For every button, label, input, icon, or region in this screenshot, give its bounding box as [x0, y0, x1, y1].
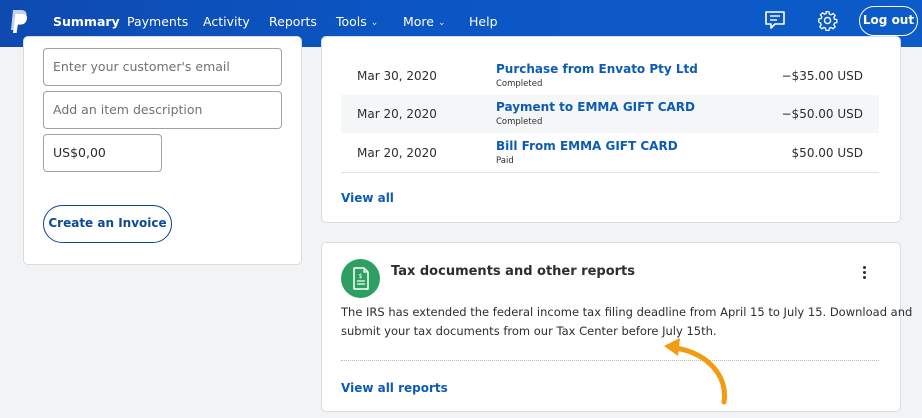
view-all-link[interactable]: View all — [341, 191, 394, 205]
transaction-date: Mar 30, 2020 — [357, 69, 437, 83]
nav-reports[interactable]: Reports — [269, 14, 317, 29]
message-icon[interactable] — [764, 10, 786, 30]
table-row[interactable]: Mar 20, 2020 Payment to EMMA GIFT CARD C… — [341, 95, 879, 133]
nav-activity[interactable]: Activity — [203, 14, 250, 29]
dotted-divider — [341, 360, 879, 361]
tax-document-icon: $ — [341, 259, 380, 298]
view-all-reports-link[interactable]: View all reports — [341, 381, 448, 395]
transaction-status: Completed — [496, 79, 543, 89]
transaction-amount: −$50.00 USD — [781, 107, 864, 121]
transaction-amount: −$35.00 USD — [781, 69, 864, 83]
create-invoice-button[interactable]: Create an Invoice — [43, 205, 172, 243]
nav-more-label: More — [403, 14, 434, 29]
chevron-down-icon: ⌄ — [370, 18, 379, 28]
logout-button[interactable]: Log out — [859, 6, 918, 36]
divider — [341, 172, 879, 173]
nav-payments[interactable]: Payments — [127, 14, 188, 29]
amount-input[interactable]: US$0,00 — [43, 134, 162, 172]
item-description-input[interactable]: Add an item description — [43, 91, 282, 129]
customer-email-input[interactable]: Enter your customer's email — [43, 48, 282, 86]
transaction-title[interactable]: Payment to EMMA GIFT CARD — [496, 100, 695, 114]
transaction-amount: $50.00 USD — [791, 146, 863, 160]
nav-help[interactable]: Help — [469, 14, 498, 29]
transaction-date: Mar 20, 2020 — [357, 146, 437, 160]
transaction-date: Mar 20, 2020 — [357, 107, 437, 121]
tax-message-line-1: The IRS has extended the federal income … — [341, 305, 913, 319]
tax-card-title: Tax documents and other reports — [391, 264, 636, 279]
nav-summary[interactable]: Summary — [53, 14, 120, 29]
transaction-status: Completed — [496, 117, 543, 127]
table-row[interactable]: Mar 30, 2020 Purchase from Envato Pty Lt… — [341, 57, 879, 95]
svg-text:$: $ — [359, 273, 363, 280]
chevron-down-icon: ⌄ — [438, 18, 446, 28]
nav-tools-label: Tools — [336, 14, 367, 29]
transaction-title[interactable]: Bill From EMMA GIFT CARD — [496, 139, 678, 153]
table-row[interactable]: Mar 20, 2020 Bill From EMMA GIFT CARD Pa… — [341, 134, 879, 172]
nav-tools[interactable]: Tools ⌄ — [336, 14, 378, 29]
transaction-status: Paid — [496, 156, 514, 166]
curved-arrow-icon — [664, 338, 728, 405]
nav-more[interactable]: More ⌄ — [403, 14, 446, 29]
gear-icon[interactable] — [817, 10, 838, 31]
transaction-title[interactable]: Purchase from Envato Pty Ltd — [496, 62, 698, 76]
more-vertical-icon[interactable] — [860, 266, 868, 280]
paypal-logo[interactable] — [7, 9, 29, 35]
